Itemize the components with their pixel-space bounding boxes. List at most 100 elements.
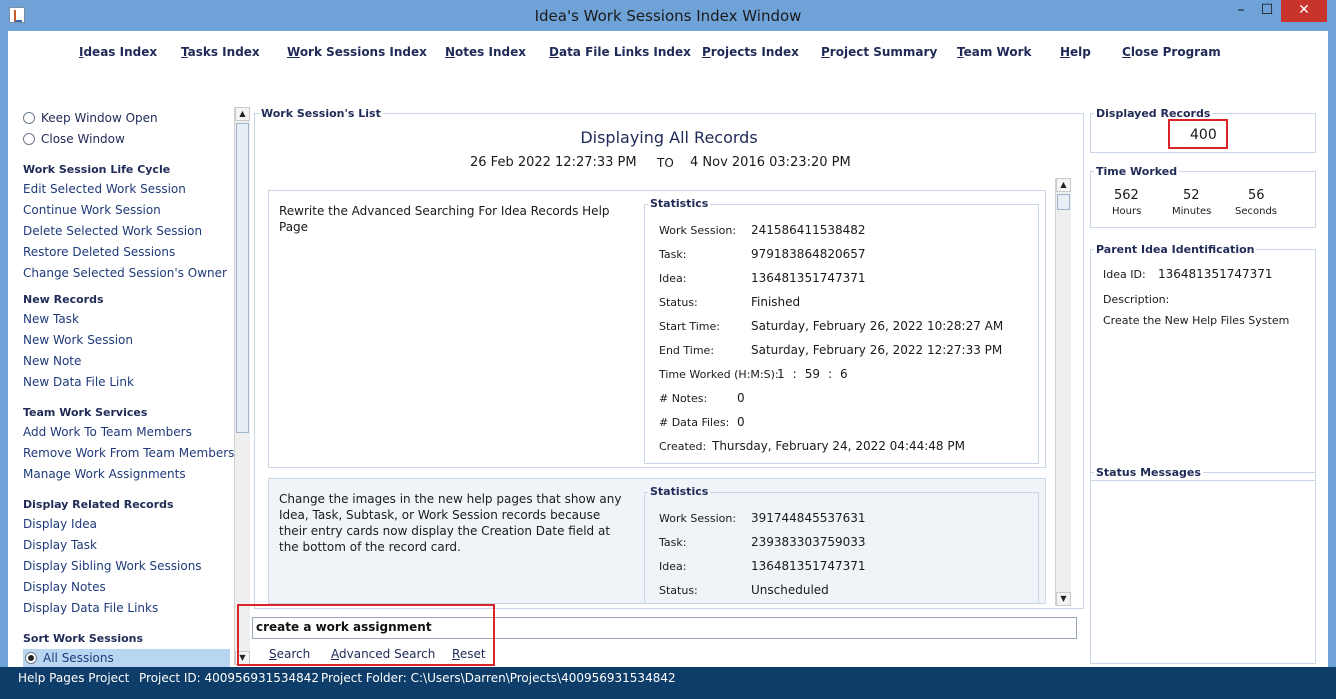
reset-button[interactable]: Reset — [452, 647, 486, 661]
close-window-button[interactable]: ✕ — [1281, 0, 1327, 22]
new-task-link[interactable]: New Task — [23, 312, 79, 326]
status-value: Finished — [751, 295, 801, 309]
manage-assignments-link[interactable]: Manage Work Assignments — [23, 467, 186, 481]
menu-projects-index[interactable]: Projects Index — [702, 45, 799, 59]
worked-seconds: 6 — [840, 367, 848, 381]
menu-close-program[interactable]: Close Program — [1122, 45, 1221, 59]
menu-bar: Ideas Index Tasks Index Work Sessions In… — [8, 45, 1328, 67]
displaying-title: Displaying All Records — [580, 128, 758, 147]
hours-value: 562 — [1114, 188, 1139, 203]
statistics-box: Work Session: 241586411538482 Task: 979183… — [644, 204, 1039, 464]
search-button[interactable]: Search — [269, 647, 310, 661]
left-command-panel: Keep Window Open Close Window Work Sessi… — [8, 105, 234, 667]
idea-id: 136481351747371 — [751, 559, 866, 573]
stat-label: Task: — [659, 248, 687, 261]
minutes-value: 52 — [1183, 188, 1200, 203]
hours-label: Hours — [1112, 206, 1142, 217]
stat-label: Idea: — [659, 272, 687, 285]
worked-minutes: 59 — [804, 367, 820, 381]
task-id: 979183864820657 — [751, 247, 866, 261]
minimize-button[interactable]: – — [1228, 0, 1254, 22]
start-time: Saturday, February 26, 2022 10:28:27 AM — [751, 319, 1004, 333]
displayed-records-legend: Displayed Records — [1094, 107, 1213, 120]
edit-session-link[interactable]: Edit Selected Work Session — [23, 182, 186, 196]
radio-checked-icon — [25, 652, 37, 664]
menu-team-work[interactable]: Team Work — [957, 45, 1031, 59]
menu-work-sessions-index[interactable]: Work Sessions Index — [287, 45, 427, 59]
keep-window-open-radio[interactable]: Keep Window Open — [23, 111, 158, 125]
menu-data-file-links-index[interactable]: Data File Links Index — [549, 45, 691, 59]
notes-count: 0 — [737, 391, 745, 405]
statistics-box: Work Session: 391744845537631 Task: 239383… — [644, 492, 1039, 603]
created-date: Thursday, February 24, 2022 04:44:48 PM — [712, 439, 965, 453]
date-from: 26 Feb 2022 12:27:33 PM — [470, 155, 637, 170]
remove-work-team-link[interactable]: Remove Work From Team Members — [23, 446, 234, 460]
session-description: Change the images in the new help pages … — [279, 492, 622, 554]
new-work-session-link[interactable]: New Work Session — [23, 333, 133, 347]
stat-label: Status: — [659, 296, 698, 309]
stat-label: Start Time: — [659, 320, 720, 333]
delete-session-link[interactable]: Delete Selected Work Session — [23, 224, 202, 238]
stat-label: Time Worked (H:M:S): — [659, 368, 779, 381]
scroll-down-icon[interactable]: ▼ — [1056, 592, 1071, 606]
menu-notes-index[interactable]: Notes Index — [445, 45, 526, 59]
search-input[interactable]: create a work assignment — [252, 617, 1077, 639]
sort-all-sessions-radio[interactable]: All Sessions — [23, 649, 230, 667]
display-notes-link[interactable]: Display Notes — [23, 580, 106, 594]
radio-unchecked-icon — [23, 133, 35, 145]
left-panel-scrollbar[interactable]: ▲ ▼ — [234, 107, 250, 665]
description-label: Description: — [1103, 293, 1170, 306]
time-separator: : — [827, 367, 833, 381]
all-sessions-label: All Sessions — [43, 651, 114, 665]
change-owner-link[interactable]: Change Selected Session's Owner — [23, 266, 227, 280]
stat-label: # Notes: — [659, 392, 708, 405]
close-window-radio[interactable]: Close Window — [23, 132, 125, 146]
work-session-list-legend: Work Session's List — [259, 107, 383, 120]
work-session-card[interactable]: Change the images in the new help pages … — [268, 478, 1046, 604]
display-data-file-links-link[interactable]: Display Data File Links — [23, 601, 158, 615]
time-worked-legend: Time Worked — [1094, 165, 1180, 178]
menu-tasks-index[interactable]: Tasks Index — [181, 45, 260, 59]
stat-label: Work Session: — [659, 224, 737, 237]
new-note-link[interactable]: New Note — [23, 354, 81, 368]
sort-sessions-heading: Sort Work Sessions — [23, 632, 144, 645]
date-to: 4 Nov 2016 03:23:20 PM — [690, 155, 851, 170]
scroll-up-icon[interactable]: ▲ — [1056, 178, 1071, 192]
radio-unchecked-icon — [23, 112, 35, 124]
end-time: Saturday, February 26, 2022 12:27:33 PM — [751, 343, 1003, 357]
parent-idea-description: Create the New Help Files System — [1103, 314, 1290, 327]
stat-label: Status: — [659, 584, 698, 597]
session-description: Rewrite the Advanced Searching For Idea … — [279, 204, 610, 234]
scroll-up-icon[interactable]: ▲ — [235, 107, 250, 121]
date-to-separator: TO — [657, 156, 674, 170]
time-separator: : — [792, 367, 797, 381]
project-name: Help Pages Project — [18, 671, 130, 685]
statistics-legend: Statistics — [648, 197, 711, 210]
seconds-label: Seconds — [1235, 206, 1278, 217]
add-work-team-link[interactable]: Add Work To Team Members — [23, 425, 192, 439]
worked-hours: 1 — [777, 367, 785, 381]
stat-label: Task: — [659, 536, 687, 549]
display-sibling-sessions-link[interactable]: Display Sibling Work Sessions — [23, 559, 202, 573]
scroll-thumb[interactable] — [1057, 194, 1070, 210]
restore-sessions-link[interactable]: Restore Deleted Sessions — [23, 245, 175, 259]
scroll-thumb[interactable] — [236, 123, 249, 433]
work-session-card[interactable]: Rewrite the Advanced Searching For Idea … — [268, 190, 1046, 468]
advanced-search-button[interactable]: Advanced Search — [331, 647, 435, 661]
scroll-down-icon[interactable]: ▼ — [235, 651, 250, 665]
display-idea-link[interactable]: Display Idea — [23, 517, 97, 531]
menu-help[interactable]: Help — [1060, 45, 1091, 59]
menu-project-summary[interactable]: Project Summary — [821, 45, 937, 59]
new-data-file-link[interactable]: New Data File Link — [23, 375, 134, 389]
session-list-scrollbar[interactable]: ▲ ▼ — [1055, 178, 1071, 606]
minutes-label: Minutes — [1172, 206, 1212, 217]
work-session-id: 391744845537631 — [751, 511, 866, 525]
task-id: 239383303759033 — [751, 535, 866, 549]
display-task-link[interactable]: Display Task — [23, 538, 97, 552]
maximize-button[interactable]: ☐ — [1254, 0, 1280, 22]
status-messages-legend: Status Messages — [1094, 466, 1203, 479]
continue-session-link[interactable]: Continue Work Session — [23, 203, 161, 217]
idea-id: 136481351747371 — [751, 271, 866, 285]
new-records-heading: New Records — [23, 293, 104, 306]
menu-ideas-index[interactable]: Ideas Index — [79, 45, 157, 59]
